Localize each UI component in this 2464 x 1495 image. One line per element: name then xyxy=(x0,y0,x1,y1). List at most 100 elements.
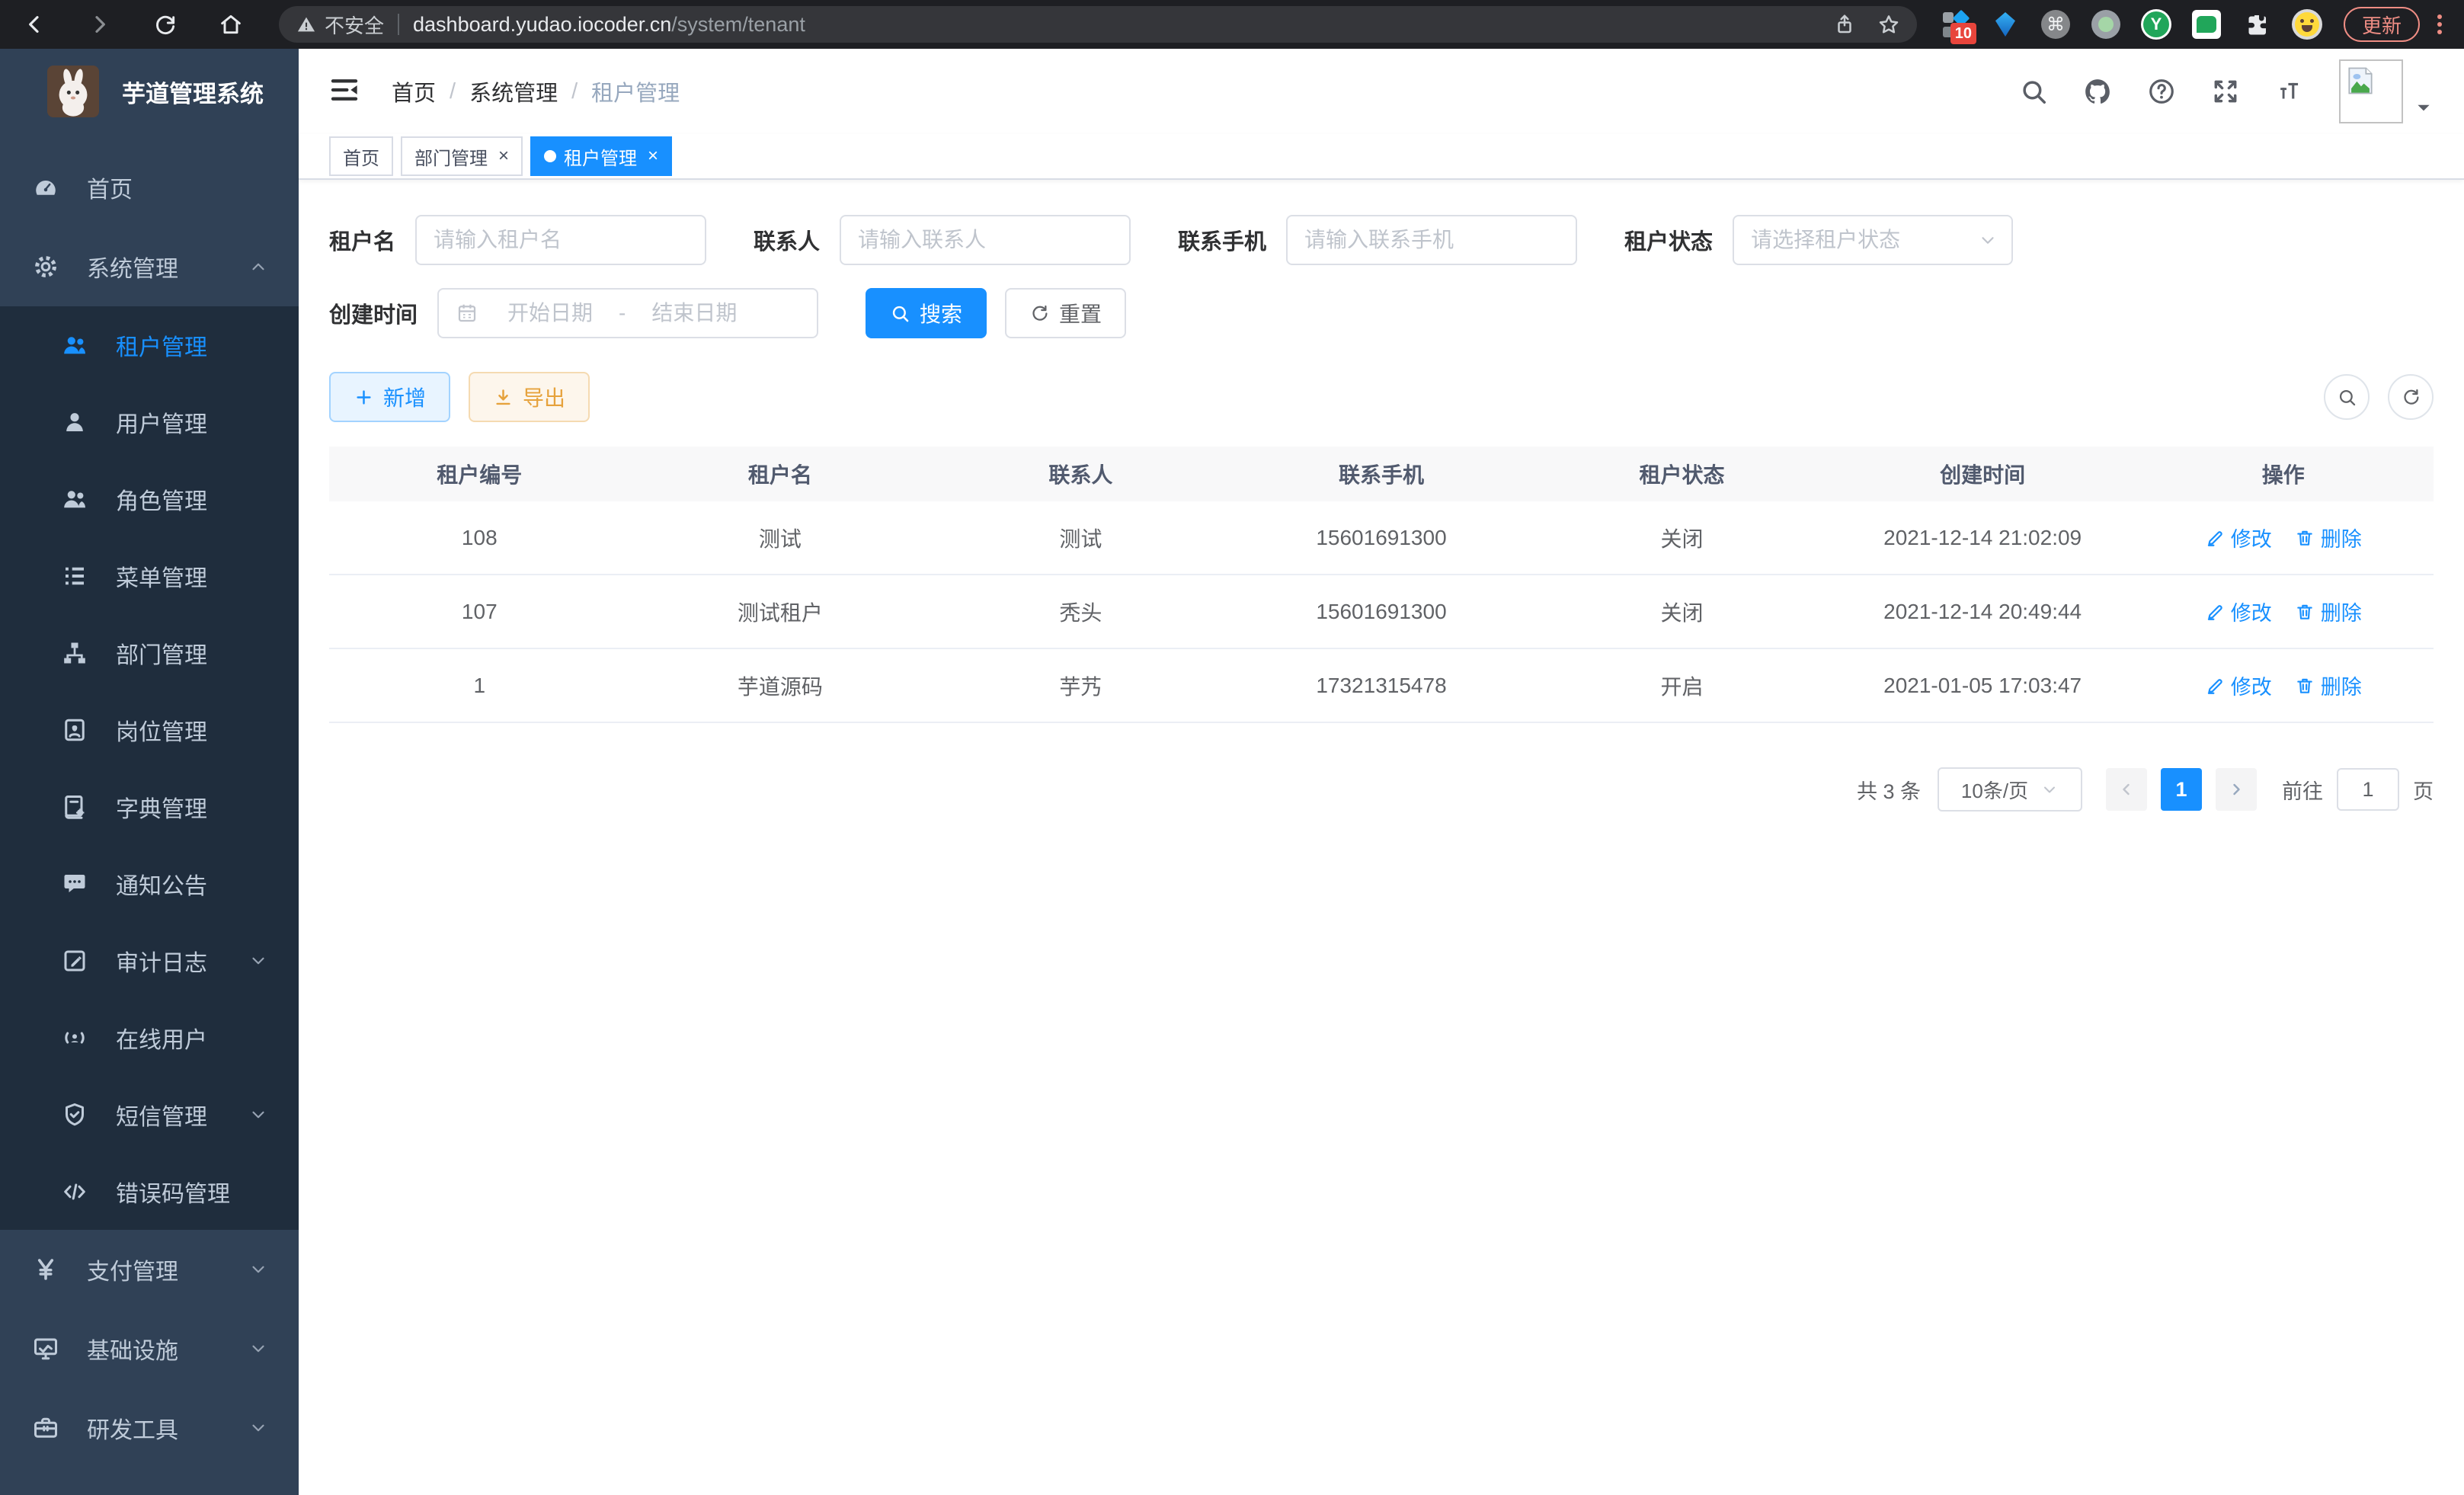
share-icon[interactable] xyxy=(1833,13,1856,36)
extensions-area: 10 ⌘ Y xyxy=(1940,9,2322,40)
goto-page-input[interactable] xyxy=(2337,768,2399,811)
online-users-icon xyxy=(61,1024,88,1052)
status-select-input[interactable] xyxy=(1751,228,1966,252)
collapse-menu-icon[interactable] xyxy=(329,75,363,108)
extension-chat-icon[interactable] xyxy=(2191,9,2222,40)
page-size-select[interactable]: 10条/页 xyxy=(1938,767,2082,812)
phone-input[interactable] xyxy=(1304,228,1559,252)
search-icon[interactable] xyxy=(2019,77,2048,106)
sidebar-item-error-code-management[interactable]: 错误码管理 xyxy=(0,1153,299,1230)
fullscreen-icon[interactable] xyxy=(2211,77,2240,106)
edit-button[interactable]: 修改 xyxy=(2205,671,2272,700)
announcement-icon xyxy=(61,870,88,898)
prev-page-button[interactable] xyxy=(2106,768,2147,811)
export-button[interactable]: 导出 xyxy=(469,372,590,422)
extension-command-icon[interactable]: ⌘ xyxy=(2040,9,2071,40)
page-number-1[interactable]: 1 xyxy=(2161,768,2202,811)
add-button[interactable]: 新增 xyxy=(329,372,450,422)
edit-button[interactable]: 修改 xyxy=(2205,597,2272,626)
close-icon[interactable]: × xyxy=(498,147,509,165)
sidebar-item-tenant-management[interactable]: 租户管理 xyxy=(0,306,299,383)
github-icon[interactable] xyxy=(2083,77,2112,106)
extension-gem-icon[interactable] xyxy=(1990,9,2021,40)
sidebar-item-sms-management[interactable]: 短信管理 xyxy=(0,1076,299,1153)
download-icon xyxy=(493,387,514,408)
sidebar-item-dict-management[interactable]: 字典管理 xyxy=(0,768,299,845)
sidebar-item-home[interactable]: 首页 xyxy=(0,148,299,227)
contact-input[interactable] xyxy=(858,228,1112,252)
column-header: 联系手机 xyxy=(1231,459,1532,489)
home-icon[interactable] xyxy=(213,7,248,42)
tenant-name-input[interactable] xyxy=(434,228,688,252)
reset-button[interactable]: 重置 xyxy=(1005,288,1126,338)
toggle-search-button[interactable] xyxy=(2324,374,2370,420)
breadcrumb-system[interactable]: 系统管理 xyxy=(469,75,558,107)
next-page-button[interactable] xyxy=(2216,768,2257,811)
help-icon[interactable] xyxy=(2147,77,2176,106)
extension-dot-icon[interactable] xyxy=(2091,9,2121,40)
user-avatar[interactable] xyxy=(2339,59,2434,123)
date-range-picker[interactable]: - xyxy=(437,288,818,338)
back-icon[interactable] xyxy=(17,7,52,42)
search-button[interactable]: 搜索 xyxy=(866,288,987,338)
sidebar-item-audit-log[interactable]: 审计日志 xyxy=(0,922,299,999)
delete-button[interactable]: 删除 xyxy=(2295,671,2362,700)
sidebar-item-notice-announcement[interactable]: 通知公告 xyxy=(0,845,299,922)
tab-home[interactable]: 首页 xyxy=(329,136,393,176)
caret-down-icon[interactable] xyxy=(2414,98,2434,123)
refresh-table-button[interactable] xyxy=(2388,374,2434,420)
sidebar-item-system-management[interactable]: 系统管理 xyxy=(0,227,299,306)
sidebar-item-payment-management[interactable]: 支付管理 xyxy=(0,1230,299,1309)
extensions-puzzle-icon[interactable] xyxy=(2242,9,2272,40)
close-icon[interactable]: × xyxy=(648,147,658,165)
sidebar-item-infrastructure[interactable]: 基础设施 xyxy=(0,1309,299,1388)
forward-icon[interactable] xyxy=(82,7,117,42)
extension-tag-icon[interactable]: 10 xyxy=(1940,9,1970,40)
date-start-input[interactable] xyxy=(489,301,611,325)
extension-yudao-icon[interactable]: Y xyxy=(2141,9,2171,40)
broken-image-icon xyxy=(2339,59,2403,123)
date-end-input[interactable] xyxy=(633,301,755,325)
sms-shield-icon xyxy=(61,1101,88,1128)
status-select[interactable] xyxy=(1733,215,2013,265)
user-icon xyxy=(61,408,88,436)
breadcrumb-home[interactable]: 首页 xyxy=(392,75,436,107)
edit-button[interactable]: 修改 xyxy=(2205,523,2272,552)
goto-label: 前往 xyxy=(2282,775,2323,805)
security-label[interactable]: 不安全 xyxy=(325,11,384,39)
phone-input-wrap xyxy=(1286,215,1577,265)
tenant-table: 租户编号 租户名 联系人 联系手机 租户状态 创建时间 操作 108 测试 测试… xyxy=(329,447,2434,723)
sidebar-item-post-management[interactable]: 岗位管理 xyxy=(0,691,299,768)
app-logo[interactable]: 芋道管理系统 xyxy=(0,49,299,134)
divider xyxy=(398,14,399,35)
chevron-down-icon xyxy=(2040,780,2059,799)
address-bar[interactable]: 不安全 dashboard.yudao.iocoder.cn/system/te… xyxy=(279,6,1917,43)
status-value: 关闭 xyxy=(1531,597,1832,627)
profile-avatar-icon[interactable] xyxy=(2292,9,2322,40)
tab-tenant-management[interactable]: 租户管理 × xyxy=(530,136,672,176)
menu-list-icon xyxy=(61,562,88,590)
search-icon xyxy=(2337,387,2357,408)
sidebar-item-dept-management[interactable]: 部门管理 xyxy=(0,614,299,691)
edit-icon xyxy=(2205,676,2225,696)
chevron-right-icon xyxy=(2227,780,2245,799)
delete-button[interactable]: 删除 xyxy=(2295,523,2362,552)
page-content: 租户名 联系人 联系手机 xyxy=(299,180,2464,1495)
top-navbar: 首页 / 系统管理 / 租户管理 xyxy=(299,49,2464,134)
sidebar-item-online-users[interactable]: 在线用户 xyxy=(0,999,299,1076)
tab-dept-management[interactable]: 部门管理 × xyxy=(401,136,523,176)
bookmark-star-icon[interactable] xyxy=(1877,13,1900,36)
reload-icon[interactable] xyxy=(148,7,183,42)
status-value: 开启 xyxy=(1531,671,1832,701)
url-text[interactable]: dashboard.yudao.iocoder.cn/system/tenant xyxy=(413,13,805,37)
sidebar-item-dev-tools[interactable]: 研发工具 xyxy=(0,1388,299,1468)
sidebar-item-menu-management[interactable]: 菜单管理 xyxy=(0,537,299,614)
browser-menu-icon[interactable] xyxy=(2432,11,2447,37)
tags-view: 首页 部门管理 × 租户管理 × xyxy=(299,134,2464,180)
font-size-icon[interactable] xyxy=(2275,77,2304,106)
update-button[interactable]: 更新 xyxy=(2344,7,2420,42)
rabbit-logo xyxy=(47,66,99,117)
delete-button[interactable]: 删除 xyxy=(2295,597,2362,626)
sidebar-item-user-management[interactable]: 用户管理 xyxy=(0,383,299,460)
sidebar-item-role-management[interactable]: 角色管理 xyxy=(0,460,299,537)
